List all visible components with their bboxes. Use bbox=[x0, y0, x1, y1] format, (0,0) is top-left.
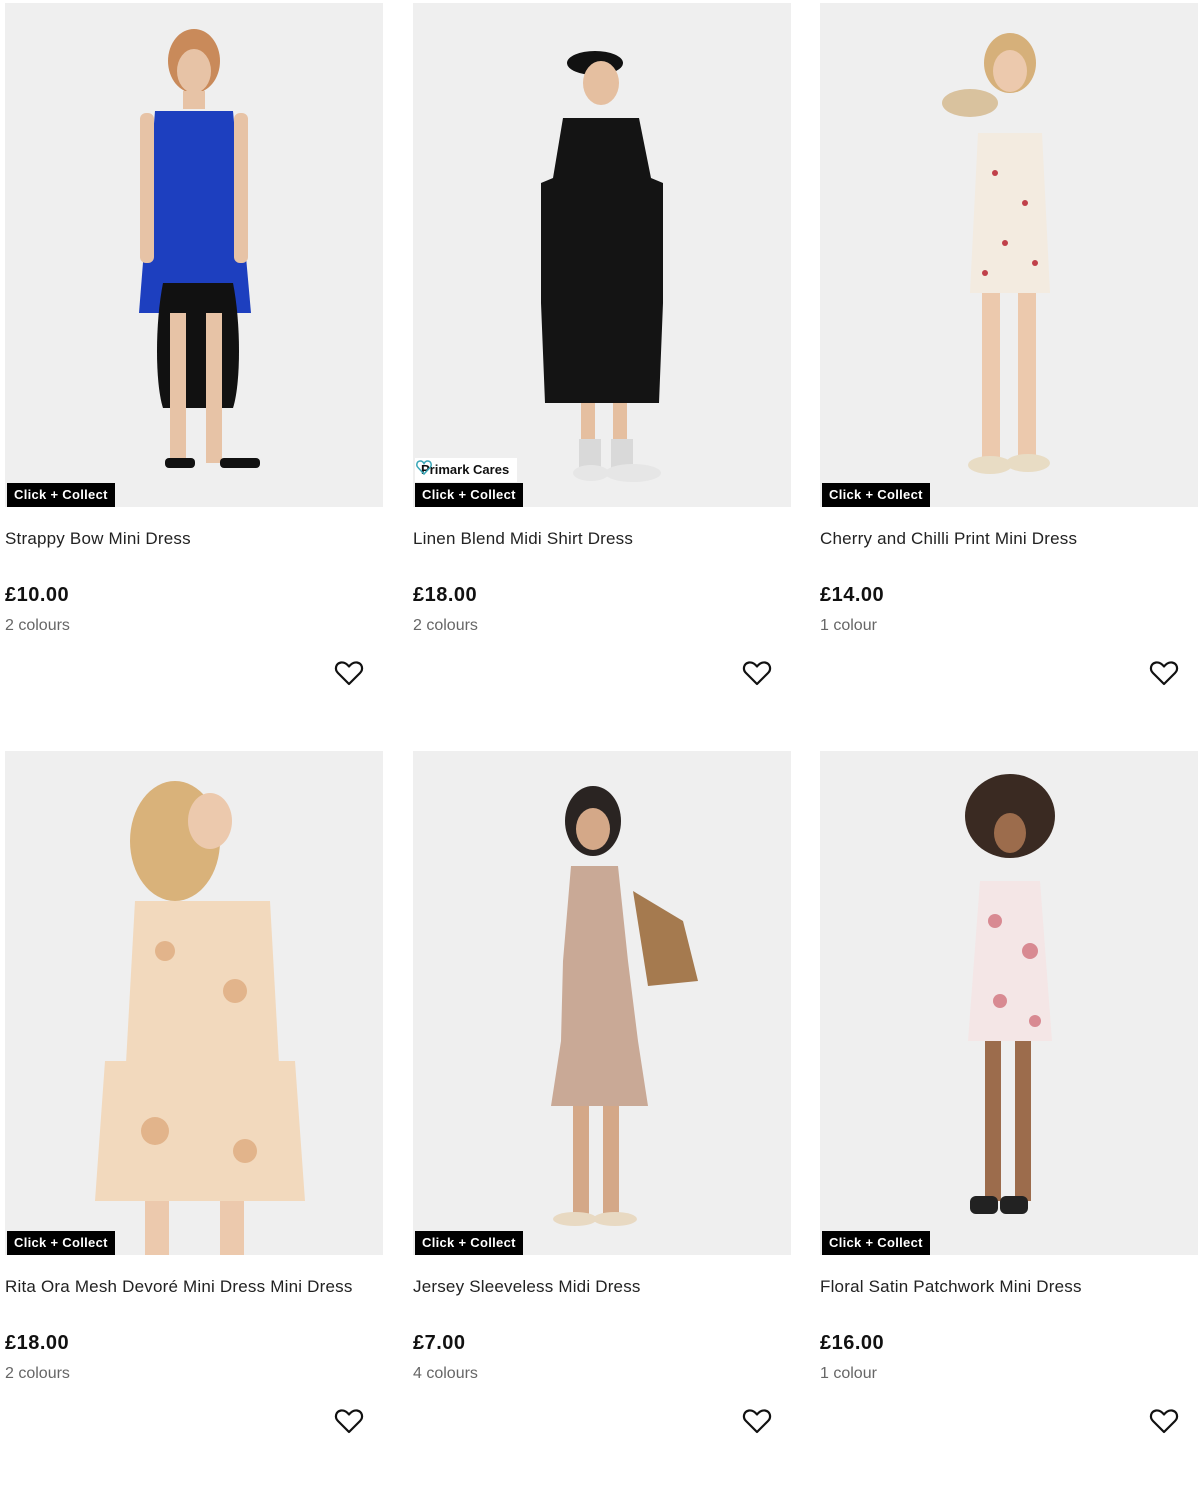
product-title[interactable]: Cherry and Chilli Print Mini Dress bbox=[820, 529, 1077, 549]
click-collect-badge: Click + Collect bbox=[822, 1231, 930, 1255]
product-card[interactable]: Click + Collect Cherry and Chilli Print … bbox=[820, 3, 1198, 743]
product-image[interactable]: Click + Collect bbox=[820, 3, 1198, 507]
heart-outline-icon[interactable] bbox=[333, 1405, 365, 1437]
model-photo bbox=[541, 51, 663, 482]
product-price: £18.00 bbox=[413, 584, 478, 606]
product-image[interactable]: Click + Collect bbox=[5, 3, 383, 507]
product-card[interactable]: Click + Collect Strappy Bow Mini Dress £… bbox=[5, 3, 383, 743]
product-price: £18.00 bbox=[5, 1332, 70, 1354]
product-title[interactable]: Rita Ora Mesh Devoré Mini Dress Mini Dre… bbox=[5, 1277, 353, 1297]
primark-cares-badge: Primark Cares bbox=[415, 458, 518, 482]
product-title[interactable]: Jersey Sleeveless Midi Dress bbox=[413, 1277, 641, 1297]
product-colours: 1 colour bbox=[820, 617, 877, 634]
product-title[interactable]: Floral Satin Patchwork Mini Dress bbox=[820, 1277, 1082, 1297]
product-price: £7.00 bbox=[413, 1332, 466, 1354]
product-title[interactable]: Linen Blend Midi Shirt Dress bbox=[413, 529, 633, 549]
model-photo bbox=[942, 33, 1050, 474]
product-colours: 2 colours bbox=[413, 617, 478, 634]
product-image[interactable]: Click + Collect bbox=[820, 751, 1198, 1255]
product-card[interactable]: Primark Cares Click + Collect Linen Blen… bbox=[413, 3, 791, 743]
heart-outline-icon[interactable] bbox=[1148, 1405, 1180, 1437]
product-colours: 2 colours bbox=[5, 1365, 70, 1382]
model-photo bbox=[95, 781, 305, 1255]
model-photo bbox=[965, 774, 1055, 1214]
click-collect-badge: Click + Collect bbox=[415, 1231, 523, 1255]
click-collect-badge: Click + Collect bbox=[822, 483, 930, 507]
product-colours: 4 colours bbox=[413, 1365, 478, 1382]
product-image[interactable]: Primark Cares Click + Collect bbox=[413, 3, 791, 507]
product-colours: 1 colour bbox=[820, 1365, 877, 1382]
heart-outline-icon[interactable] bbox=[1148, 657, 1180, 689]
heart-leaf-icon bbox=[416, 460, 432, 476]
product-image[interactable]: Click + Collect bbox=[5, 751, 383, 1255]
model-photo bbox=[139, 29, 260, 468]
primark-cares-label: Primark Cares bbox=[421, 462, 510, 477]
product-card[interactable]: Click + Collect Floral Satin Patchwork M… bbox=[820, 751, 1198, 1491]
product-price: £14.00 bbox=[820, 584, 885, 606]
product-price: £10.00 bbox=[5, 584, 70, 606]
heart-outline-icon[interactable] bbox=[333, 657, 365, 689]
click-collect-badge: Click + Collect bbox=[415, 483, 523, 507]
heart-outline-icon[interactable] bbox=[741, 1405, 773, 1437]
product-card[interactable]: Click + Collect Rita Ora Mesh Devoré Min… bbox=[5, 751, 383, 1491]
product-price: £16.00 bbox=[820, 1332, 885, 1354]
click-collect-badge: Click + Collect bbox=[7, 1231, 115, 1255]
model-photo bbox=[551, 786, 698, 1226]
product-title[interactable]: Strappy Bow Mini Dress bbox=[5, 529, 191, 549]
heart-outline-icon[interactable] bbox=[741, 657, 773, 689]
click-collect-badge: Click + Collect bbox=[7, 483, 115, 507]
product-card[interactable]: Click + Collect Jersey Sleeveless Midi D… bbox=[413, 751, 791, 1491]
product-image[interactable]: Click + Collect bbox=[413, 751, 791, 1255]
product-colours: 2 colours bbox=[5, 617, 70, 634]
